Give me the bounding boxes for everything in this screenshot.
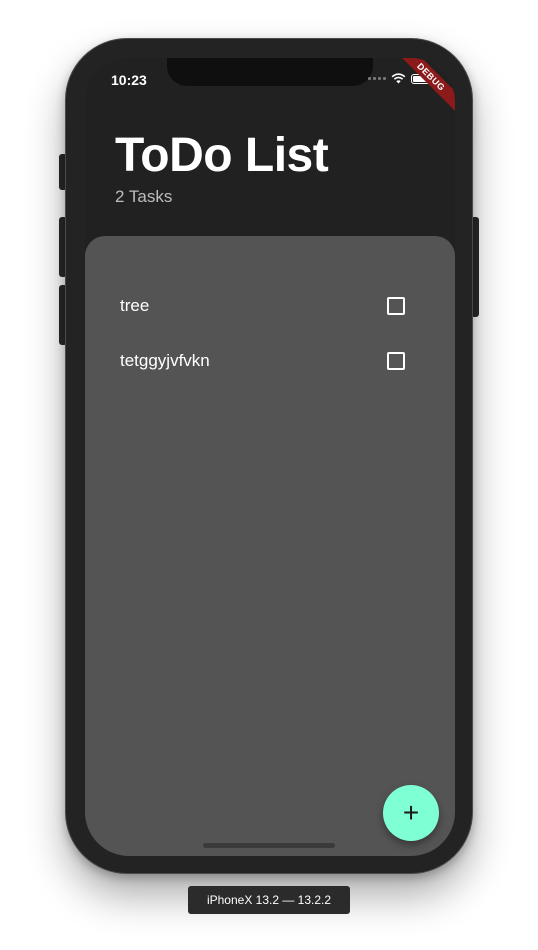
- home-indicator: [203, 843, 335, 848]
- signal-icon: [368, 77, 386, 80]
- task-label: tetggyjvfvkn: [120, 351, 210, 370]
- task-count: 2 Tasks: [115, 187, 173, 206]
- task-item[interactable]: tetggyjvfvkn: [120, 346, 420, 376]
- task-checkbox[interactable]: [387, 352, 405, 370]
- page-title: ToDo List: [115, 129, 329, 182]
- task-checkbox[interactable]: [387, 297, 405, 315]
- task-item[interactable]: tree: [120, 291, 420, 321]
- task-list-panel: tree tetggyjvfvkn: [85, 236, 455, 856]
- simulator-stage: 10:23 DEBUG ToDo List 2 Tasks tree tetgg…: [0, 0, 538, 950]
- plus-icon: +: [402, 797, 420, 828]
- status-time: 10:23: [111, 72, 147, 88]
- device-label: iPhoneX 13.2 — 13.2.2: [188, 886, 350, 914]
- add-task-button[interactable]: +: [383, 785, 439, 841]
- task-label: tree: [120, 296, 150, 315]
- app-screen: 10:23 DEBUG ToDo List 2 Tasks tree tetgg…: [85, 58, 455, 856]
- notch: [167, 58, 373, 86]
- wifi-icon: [391, 73, 406, 84]
